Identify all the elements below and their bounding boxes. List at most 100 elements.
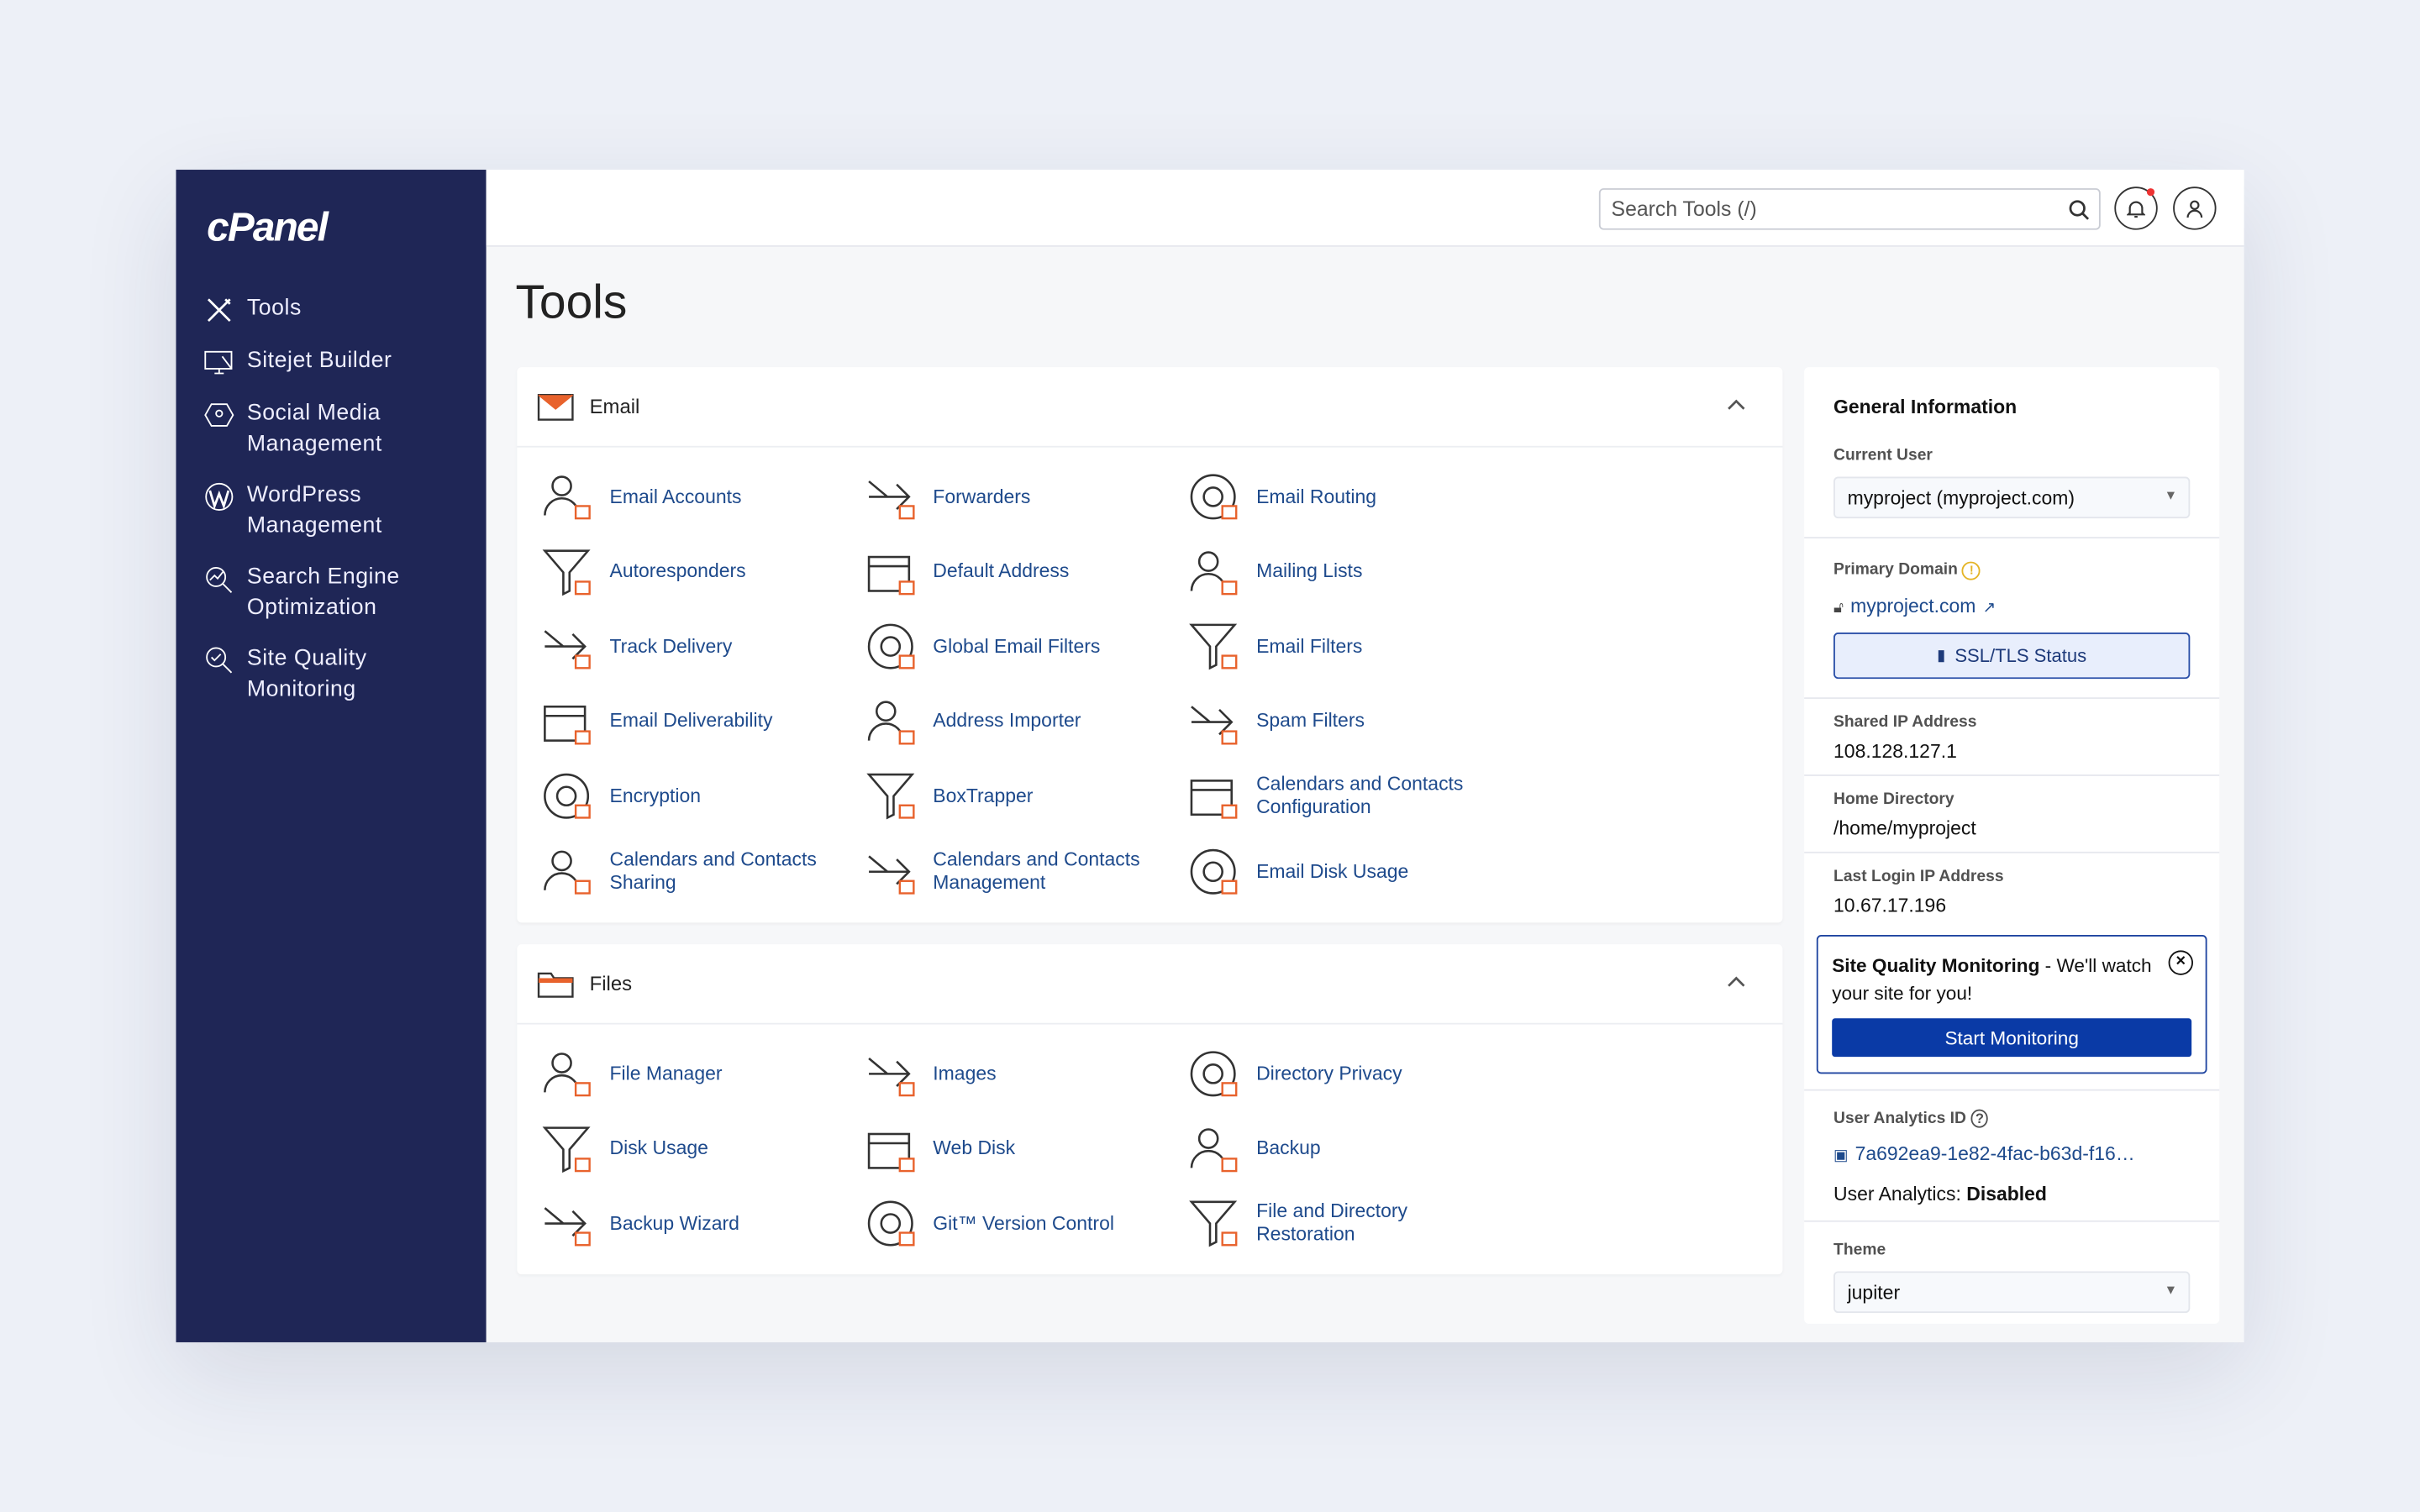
sitejet-icon: [204, 350, 233, 375]
tool-email-routing[interactable]: Email Routing: [1186, 469, 1494, 524]
tool-calendars-and-contacts-sharing[interactable]: Calendars and Contacts Sharing: [539, 844, 847, 900]
tool-calendars-and-contacts-configuration[interactable]: Calendars and Contacts Configuration: [1186, 769, 1494, 824]
tool-email-filters[interactable]: Email Filters: [1186, 619, 1494, 675]
envelope-icon: [537, 393, 574, 420]
tool-file-manager[interactable]: File Manager: [539, 1046, 847, 1101]
copy-icon[interactable]: ▣: [1833, 1148, 1848, 1165]
sidebar-item-search-engine-optimization[interactable]: Search Engine Optimization: [203, 562, 481, 623]
tool-boxtrapper[interactable]: BoxTrapper: [862, 769, 1171, 824]
help-icon[interactable]: ?: [1970, 1109, 1989, 1128]
tool-label: Email Disk Usage: [1256, 859, 1409, 882]
shared-ip-value: 108.128.127.1: [1833, 740, 1957, 763]
tool-label: Images: [933, 1062, 997, 1084]
search-tools-input[interactable]: Search Tools (/): [1598, 188, 2101, 230]
tool-label: Disk Usage: [609, 1137, 708, 1159]
tool-git-version-control[interactable]: Git™ Version Control: [862, 1196, 1171, 1252]
chevron-up-icon[interactable]: [1727, 398, 1745, 411]
tool-mailing-lists[interactable]: Mailing Lists: [1186, 544, 1494, 600]
email-section: Email Email Accounts Forwarders Email Rout…: [517, 367, 1783, 923]
analytics-label: User Analytics:: [1833, 1183, 1967, 1205]
tool-backup[interactable]: Backup: [1186, 1121, 1494, 1177]
tool-forwarders[interactable]: Forwarders: [862, 469, 1171, 524]
sqm-title: Site Quality Monitoring: [1832, 954, 2040, 977]
git-version-control-icon: [866, 1200, 914, 1247]
sidebar-item-sitejet-builder[interactable]: Sitejet Builder: [203, 345, 481, 378]
tool-label: Default Address: [933, 559, 1070, 582]
tool-email-disk-usage[interactable]: Email Disk Usage: [1186, 844, 1494, 900]
tool-label: Email Routing: [1256, 485, 1377, 507]
images-icon: [867, 1058, 914, 1097]
external-link-icon[interactable]: ↗: [1983, 600, 1996, 617]
notification-dot: [2146, 188, 2155, 197]
tool-file-and-directory-restoration[interactable]: File and Directory Restoration: [1186, 1196, 1494, 1252]
tool-label: Encryption: [609, 785, 701, 807]
forwarders-icon: [867, 480, 914, 520]
tool-label: Address Importer: [933, 710, 1081, 732]
spam-filters-icon: [1191, 705, 1238, 745]
email-disk-usage-icon: [1190, 848, 1238, 895]
user-menu-button[interactable]: [2173, 186, 2217, 230]
close-icon[interactable]: ×: [2168, 950, 2193, 975]
sidebar-item-social-media-management[interactable]: Social Media Management: [203, 398, 481, 459]
tool-global-email-filters[interactable]: Global Email Filters: [862, 619, 1171, 675]
address-importer-icon: [866, 701, 914, 745]
theme-label: Theme: [1833, 1240, 1886, 1259]
boxtrapper-icon: [865, 774, 914, 821]
analytics-id-value[interactable]: 7a692ea9-1e82-4fac-b63d-f16…: [1855, 1143, 2135, 1165]
warning-icon[interactable]: !: [1962, 561, 1981, 580]
tool-email-deliverability[interactable]: Email Deliverability: [539, 694, 847, 749]
social-icon: [204, 403, 234, 427]
tool-calendars-and-contacts-management[interactable]: Calendars and Contacts Management: [862, 844, 1171, 900]
current-user-select[interactable]: myproject (myproject.com): [1833, 476, 2191, 519]
tool-spam-filters[interactable]: Spam Filters: [1186, 694, 1494, 749]
panel-title: General Information: [1833, 396, 2018, 418]
tool-backup-wizard[interactable]: Backup Wizard: [539, 1196, 847, 1252]
tool-default-address[interactable]: Default Address: [862, 544, 1171, 600]
directory-privacy-icon: [1190, 1051, 1238, 1097]
sidebar: cPanel Tools Sitejet Builder Social Media …: [176, 170, 487, 1342]
sidebar-item-site-quality-monitoring[interactable]: Site Quality Monitoring: [203, 643, 481, 705]
analytics-status: Disabled: [1966, 1183, 2047, 1205]
bell-icon: [2127, 200, 2146, 218]
start-monitoring-button[interactable]: Start Monitoring: [1832, 1018, 2192, 1058]
tool-disk-usage[interactable]: Disk Usage: [539, 1121, 847, 1177]
tool-address-importer[interactable]: Address Importer: [862, 694, 1171, 749]
search-placeholder: Search Tools (/): [1611, 197, 1757, 221]
backup-wizard-icon: [544, 1207, 591, 1247]
wp-icon: [205, 482, 234, 511]
tool-encryption[interactable]: Encryption: [539, 769, 847, 824]
sidebar-item-wordpress-management[interactable]: WordPress Management: [203, 480, 481, 541]
theme-select[interactable]: jupiter: [1833, 1271, 2191, 1314]
tool-images[interactable]: Images: [862, 1046, 1171, 1101]
last-login-label: Last Login IP Address: [1833, 867, 2004, 886]
backup-icon: [1190, 1127, 1238, 1172]
tool-label: Autoresponders: [609, 559, 746, 582]
tool-email-accounts[interactable]: Email Accounts: [539, 469, 847, 524]
tool-track-delivery[interactable]: Track Delivery: [539, 619, 847, 675]
notifications-button[interactable]: [2114, 186, 2158, 230]
web-disk-icon: [866, 1131, 914, 1172]
lock-icon: 🔓︎: [1833, 600, 1844, 617]
page-title: Tools: [515, 274, 628, 329]
tool-autoresponders[interactable]: Autoresponders: [539, 544, 847, 600]
autoresponders-icon: [542, 549, 591, 596]
user-icon: [2186, 199, 2203, 218]
sidebar-item-tools[interactable]: Tools: [203, 293, 481, 326]
email-section-header[interactable]: Email: [517, 367, 1783, 448]
tool-label: Web Disk: [933, 1137, 1016, 1159]
cpanel-logo[interactable]: cPanel: [207, 203, 329, 251]
tool-label: Global Email Filters: [933, 635, 1101, 657]
files-section-header[interactable]: Files: [517, 944, 1783, 1025]
sidebar-item-label: Sitejet Builder: [246, 349, 392, 374]
search-icon[interactable]: [2068, 199, 2090, 221]
email-filters-icon: [1189, 623, 1238, 670]
ssl-tls-status-button[interactable]: ▮ SSL/TLS Status: [1833, 633, 2191, 680]
tool-directory-privacy[interactable]: Directory Privacy: [1186, 1046, 1494, 1101]
sidebar-item-label: Social Media Management: [246, 401, 382, 457]
tool-label: Email Filters: [1256, 635, 1363, 657]
tool-web-disk[interactable]: Web Disk: [862, 1121, 1171, 1177]
chevron-up-icon[interactable]: [1727, 975, 1745, 988]
analytics-id-label: User Analytics ID: [1833, 1109, 1966, 1128]
primary-domain-link[interactable]: myproject.com: [1850, 596, 1975, 617]
site-quality-monitoring-promo: Site Quality Monitoring - We'll watch yo…: [1816, 935, 2207, 1074]
